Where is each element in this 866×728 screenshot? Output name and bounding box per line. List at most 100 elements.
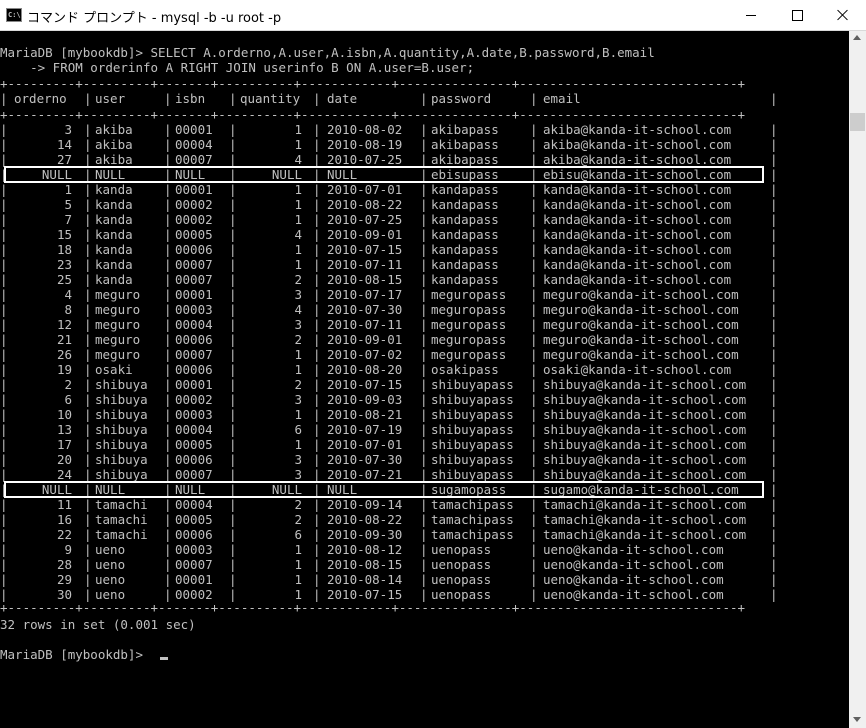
cell-orderno: 6 <box>64 392 72 407</box>
cell-quantity: 6 <box>294 527 302 542</box>
column-separator: | <box>420 197 428 212</box>
table-border-header: +---------+---------+-------+----------+… <box>0 107 746 122</box>
column-separator: | <box>770 212 778 227</box>
cell-isbn: 00007 <box>175 467 213 482</box>
cell-quantity: 2 <box>294 272 302 287</box>
column-separator: | <box>229 152 237 167</box>
column-separator: | <box>0 572 8 587</box>
table-row: | | | | | | | | 6 shibuya 00002 3 2010-09-03 shibuyap… <box>0 392 849 407</box>
cell-email: ueno@kanda-it-school.com <box>543 542 724 557</box>
cell-quantity: 3 <box>294 467 302 482</box>
column-separator: | <box>84 572 92 587</box>
column-separator: | <box>164 377 172 392</box>
column-separator: | <box>164 182 172 197</box>
table-row: | | | | | | | | 5 kanda 00002 1 2010-08-22 kandapass k… <box>0 197 849 212</box>
scroll-up-arrow-icon[interactable] <box>853 35 861 40</box>
column-separator: | <box>420 242 428 257</box>
cell-date: 2010-09-01 <box>327 227 403 242</box>
scroll-down-arrow-icon[interactable] <box>853 717 861 722</box>
column-separator: | <box>420 467 428 482</box>
column-separator: | <box>84 212 92 227</box>
table-row: | | | | | | | | 15 kanda 00005 4 2010-09-01 kandapass… <box>0 227 849 242</box>
column-separator: | <box>420 512 428 527</box>
column-separator: | <box>229 527 237 542</box>
cell-user: shibuya <box>95 467 148 482</box>
maximize-button[interactable] <box>774 0 820 30</box>
column-separator: | <box>770 392 778 407</box>
minimize-button[interactable] <box>728 0 774 30</box>
column-separator: | <box>84 512 92 527</box>
scrollbar-thumb[interactable] <box>850 113 865 131</box>
column-separator: | <box>0 91 8 106</box>
column-separator: | <box>229 182 237 197</box>
table-row: | | | | | | | | 26 meguro 00007 1 2010-07-02 meguropa… <box>0 347 849 362</box>
column-separator: | <box>0 527 8 542</box>
column-separator: | <box>770 512 778 527</box>
console-app-icon: C:\ <box>6 8 22 22</box>
column-separator: | <box>229 137 237 152</box>
cell-user: ueno <box>95 572 126 587</box>
column-separator: | <box>420 137 428 152</box>
column-separator: | <box>229 452 237 467</box>
cell-user: kanda <box>95 257 133 272</box>
table-row: | | | | | | | | 12 meguro 00004 3 2010-07-11 meguropa… <box>0 317 849 332</box>
column-separator: | <box>0 317 8 332</box>
cell-isbn: 00004 <box>175 497 213 512</box>
cell-quantity: 3 <box>294 317 302 332</box>
column-separator: | <box>0 362 8 377</box>
column-separator: | <box>530 362 538 377</box>
column-separator: | <box>229 257 237 272</box>
cell-isbn: 00004 <box>175 137 213 152</box>
cell-email: ueno@kanda-it-school.com <box>543 572 724 587</box>
cell-date: 2010-08-21 <box>327 407 403 422</box>
cell-isbn: 00007 <box>175 557 213 572</box>
column-separator: | <box>770 242 778 257</box>
column-separator: | <box>229 287 237 302</box>
column-separator: | <box>229 197 237 212</box>
column-separator: | <box>770 197 778 212</box>
cell-email: osaki@kanda-it-school.com <box>543 362 732 377</box>
cell-password: meguropass <box>431 302 507 317</box>
table-row: | | | | | | | | 29 ueno 00001 1 2010-08-14 uenopass ue… <box>0 572 849 587</box>
cell-quantity: 1 <box>294 197 302 212</box>
column-separator: | <box>313 212 321 227</box>
cell-orderno: 9 <box>64 542 72 557</box>
cell-email: tamachi@kanda-it-school.com <box>543 497 747 512</box>
command-prompt[interactable]: MariaDB [mybookdb]> <box>0 647 151 662</box>
cell-user: kanda <box>95 197 133 212</box>
cell-user: ueno <box>95 542 126 557</box>
column-separator: | <box>530 272 538 287</box>
column-separator: | <box>420 392 428 407</box>
cell-user: kanda <box>95 242 133 257</box>
close-button[interactable] <box>820 0 866 30</box>
column-separator: | <box>770 317 778 332</box>
column-separator: | <box>229 362 237 377</box>
column-separator: | <box>229 557 237 572</box>
column-separator: | <box>420 542 428 557</box>
column-separator: | <box>530 542 538 557</box>
column-separator: | <box>530 332 538 347</box>
cell-user: kanda <box>95 212 133 227</box>
column-separator: | <box>84 257 92 272</box>
console-output[interactable]: MariaDB [mybookdb]> SELECT A.orderno,A.u… <box>0 31 849 728</box>
cell-quantity: 2 <box>294 377 302 392</box>
table-row: | | | | | | | | 19 osaki 00006 1 2010-08-20 osakipass… <box>0 362 849 377</box>
column-separator: | <box>420 227 428 242</box>
table-row: | | | | | | | | 7 kanda 00002 1 2010-07-25 kandapass k… <box>0 212 849 227</box>
title-bar[interactable]: C:\ コマンド プロンプト - mysql -b -u root -p <box>0 0 866 31</box>
column-separator: | <box>530 91 538 106</box>
cell-email: meguro@kanda-it-school.com <box>543 332 739 347</box>
cell-date: 2010-08-14 <box>327 572 403 587</box>
cell-isbn: 00004 <box>175 317 213 332</box>
vertical-scrollbar[interactable] <box>849 31 866 728</box>
column-separator: | <box>770 302 778 317</box>
cell-orderno: 17 <box>56 437 72 452</box>
column-separator: | <box>229 122 237 137</box>
cell-orderno: 18 <box>56 242 72 257</box>
column-separator: | <box>0 422 8 437</box>
cell-password: tamachipass <box>431 497 514 512</box>
column-separator: | <box>530 287 538 302</box>
cell-isbn: 00006 <box>175 332 213 347</box>
column-separator: | <box>313 347 321 362</box>
column-separator: | <box>164 317 172 332</box>
